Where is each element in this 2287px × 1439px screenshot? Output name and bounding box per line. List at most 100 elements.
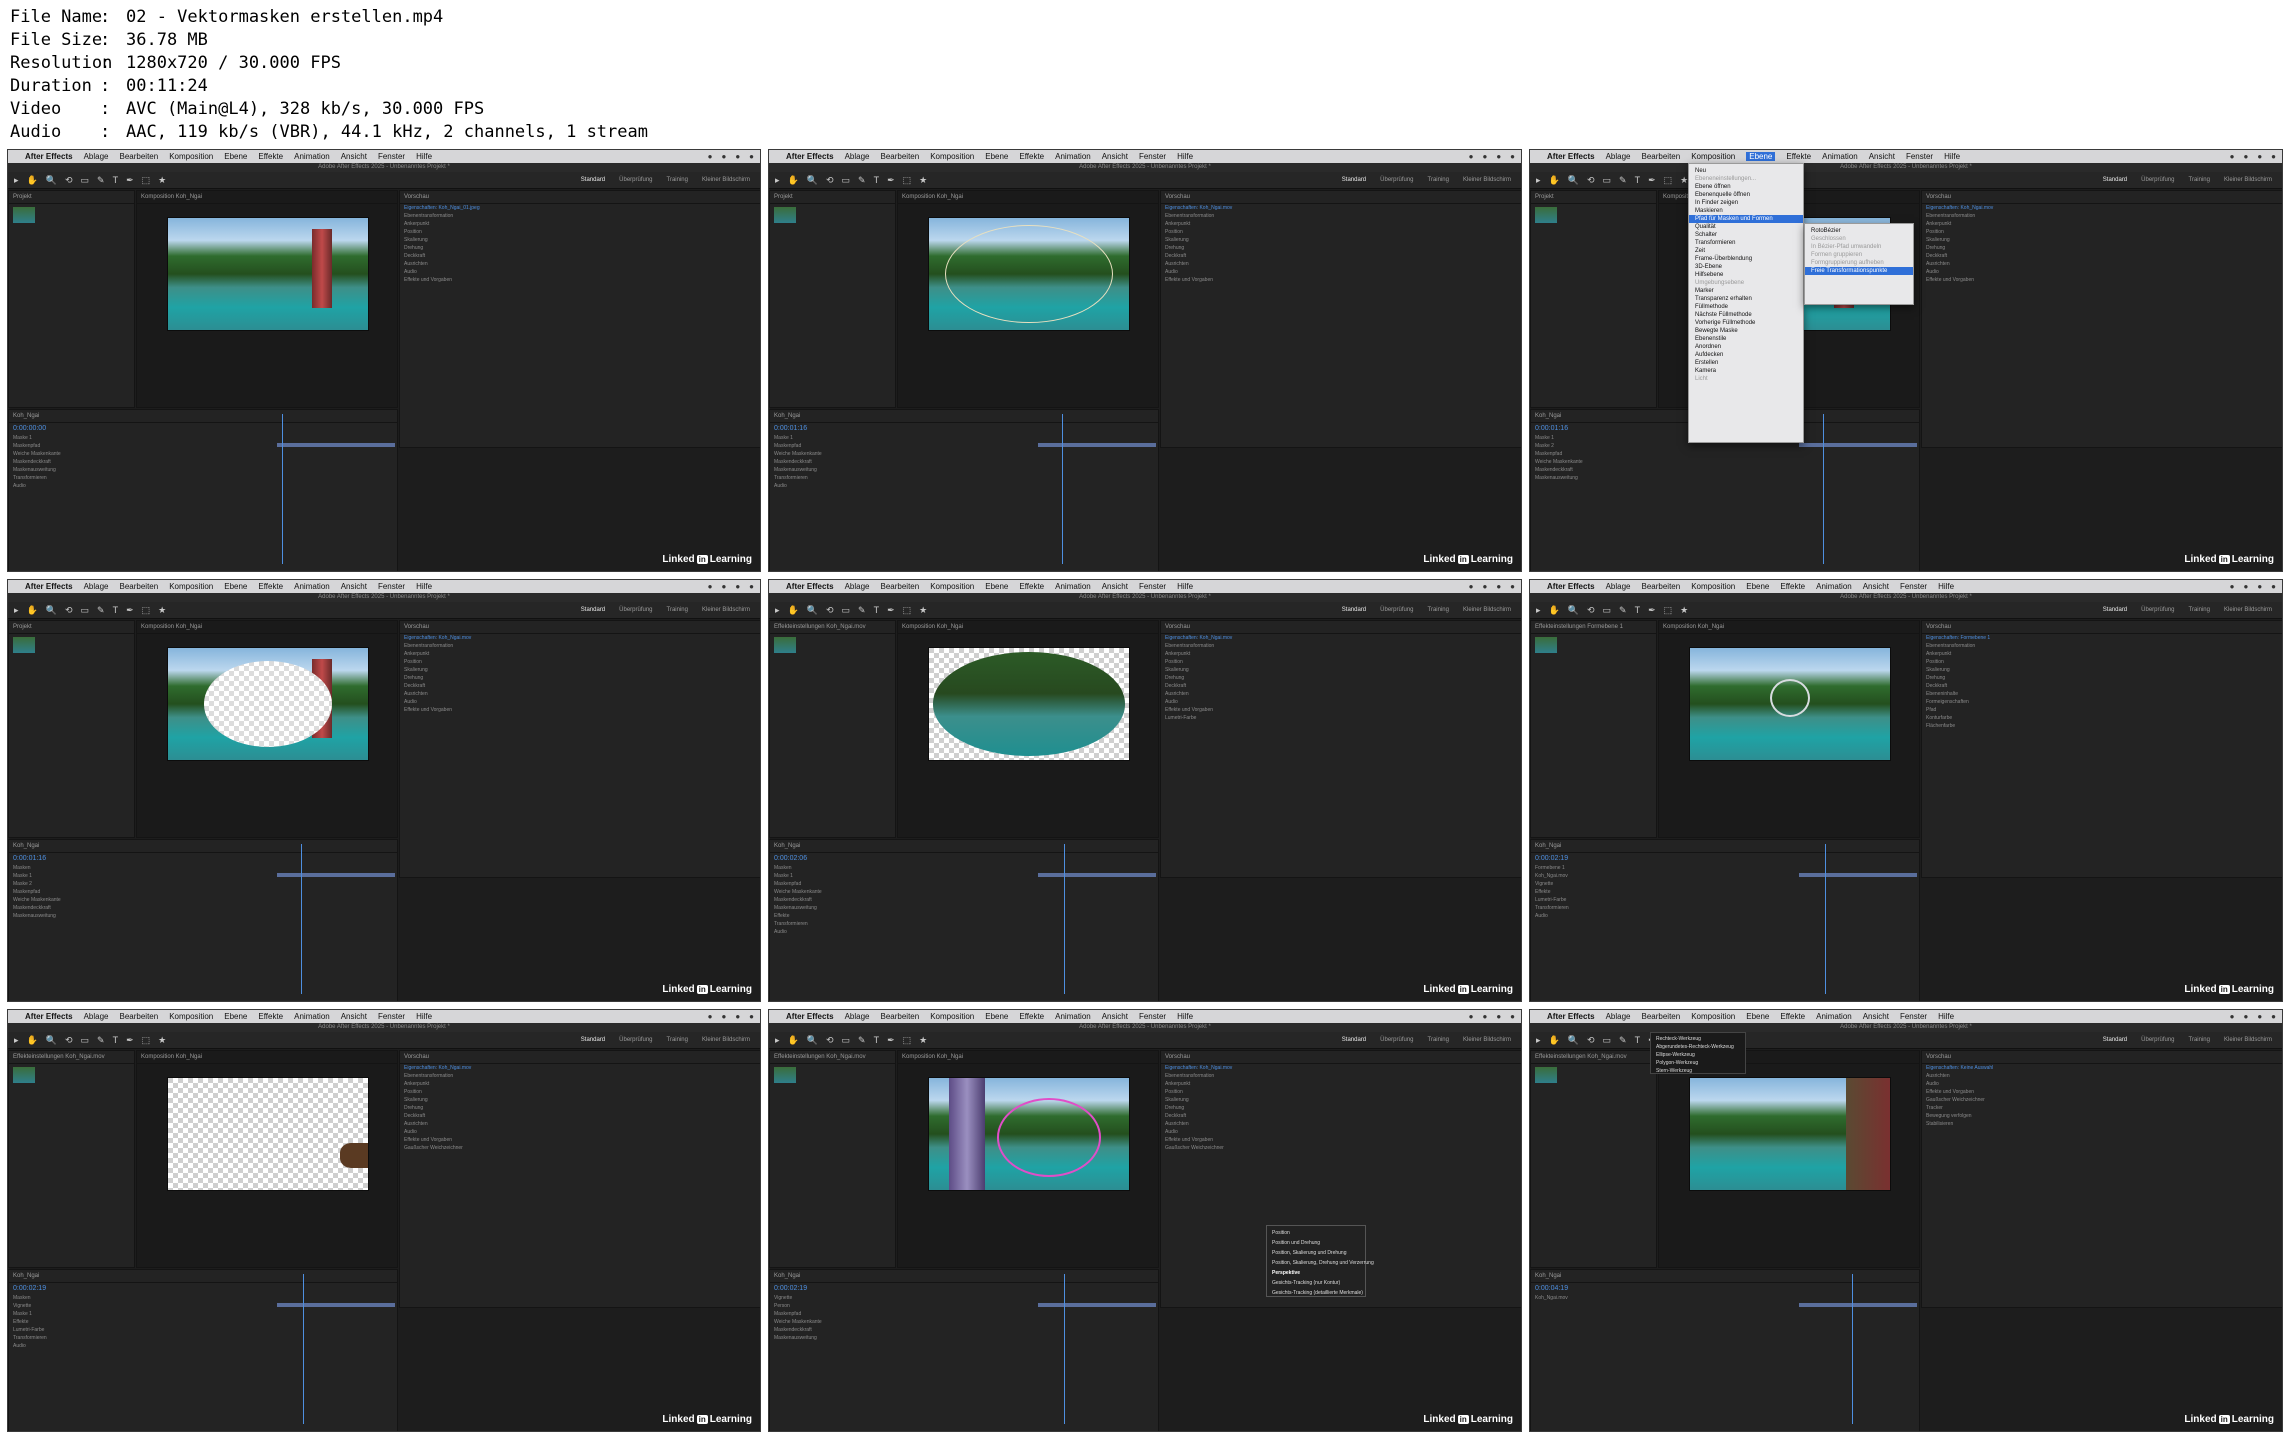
search-icon[interactable]: ● [2243,582,2248,591]
composition-title[interactable]: Komposition Koh_Ngai [137,621,397,634]
property-row[interactable]: Skalierung [1161,236,1521,244]
menu-ebene[interactable]: Ebene [1746,1012,1769,1021]
search-icon[interactable]: ● [721,582,726,591]
property-row[interactable]: Deckkraft [400,682,760,690]
menu-ansicht[interactable]: Ansicht [1869,152,1895,161]
layer-row[interactable]: Audio [9,1342,397,1350]
property-row[interactable]: Audio [1161,268,1521,276]
menu-effekte[interactable]: Effekte [1786,152,1811,161]
layer-row[interactable]: Maske 1 [9,1310,397,1318]
search-icon[interactable]: ● [2243,152,2248,161]
layer-row[interactable]: Maskenausweitung [770,904,1158,912]
battery-icon[interactable]: ● [749,582,754,591]
tool-icon[interactable]: ✒ [126,175,134,186]
app-name-menu[interactable]: After Effects [1547,1012,1595,1021]
menu-item[interactable]: Transparenz erhalten [1689,295,1803,303]
menu-item[interactable]: Frame-Überblendung [1689,255,1803,263]
tool-icon[interactable]: ★ [158,175,166,186]
property-row[interactable]: Ausrichten [1922,260,2282,268]
playhead[interactable] [1822,414,1824,564]
popup-option[interactable]: Perspektive [1267,1268,1365,1278]
tool-icon[interactable]: ▸ [1536,1035,1541,1046]
layer-row[interactable]: Maskenpfad [770,1310,1158,1318]
tool-icon[interactable]: ✋ [788,605,799,616]
tool-icon[interactable]: ✒ [1648,605,1656,616]
composition-title[interactable]: Komposition Koh_Ngai [137,1051,397,1064]
preview-title[interactable]: Vorschau [400,1051,760,1064]
tool-icon[interactable]: ▭ [842,605,851,616]
layer-row[interactable]: Maskendeckkraft [770,1326,1158,1334]
layer-row[interactable]: Maskenausweitung [9,912,397,920]
shape-tool-option[interactable]: Stern-Werkzeug [1651,1067,1745,1075]
layer-row[interactable]: Maskendeckkraft [9,458,397,466]
popup-option[interactable]: Gesichts-Tracking (nur Kontur) [1267,1278,1365,1288]
property-row[interactable]: Ebenentransformation [400,1072,760,1080]
menu-ebene[interactable]: Ebene [224,582,247,591]
menu-ansicht[interactable]: Ansicht [1863,582,1889,591]
menu-ablage[interactable]: Ablage [84,1012,109,1021]
tool-icon[interactable]: T [874,1035,880,1045]
menu-item[interactable]: Marker [1689,287,1803,295]
layer-row[interactable]: Maskendeckkraft [9,904,397,912]
tool-icon[interactable]: T [874,605,880,615]
tool-icon[interactable]: ✋ [788,1035,799,1046]
property-row[interactable]: Formeigenschaften [1922,698,2282,706]
timeline-title[interactable]: Koh_Ngai [1531,840,1919,853]
project-panel-title[interactable]: Projekt [9,621,134,634]
tool-icon[interactable]: ✎ [1619,605,1627,616]
tool-icon[interactable]: 🔍 [46,1035,57,1046]
tool-icon[interactable]: T [113,1035,119,1045]
tool-icon[interactable]: ▸ [14,175,19,186]
property-row[interactable]: Pfad [1922,706,2282,714]
tool-icon[interactable]: 🔍 [1568,1035,1579,1046]
popup-option[interactable]: Gesichts-Tracking (detaillierte Merkmale… [1267,1288,1365,1298]
tool-icon[interactable]: ✎ [1619,1035,1627,1046]
menu-fenster[interactable]: Fenster [1906,152,1933,161]
submenu-item[interactable]: RotoBézier [1805,227,1913,235]
property-row[interactable]: Drehung [1161,1104,1521,1112]
workspace-tab[interactable]: Training [667,1037,688,1043]
layer-row[interactable]: Masken [9,1294,397,1302]
menu-item[interactable]: Zeit [1689,247,1803,255]
tool-icon[interactable]: ▭ [842,1035,851,1046]
property-row[interactable]: Deckkraft [400,1112,760,1120]
property-row[interactable]: Deckkraft [1161,682,1521,690]
playhead[interactable] [1852,1274,1854,1424]
layer-row[interactable]: Maske 1 [9,434,397,442]
menu-ansicht[interactable]: Ansicht [1102,582,1128,591]
menu-item[interactable]: Ebene öffnen [1689,183,1803,191]
menu-hilfe[interactable]: Hilfe [1177,1012,1193,1021]
property-row[interactable]: Deckkraft [1922,682,2282,690]
tool-icon[interactable]: ✋ [1549,175,1560,186]
property-row[interactable]: Drehung [400,1104,760,1112]
property-row[interactable]: Gaußscher Weichzeichner [1161,1144,1521,1152]
layer-row[interactable]: Maske 2 [9,880,397,888]
composition-title[interactable]: Komposition Koh_Ngai [137,191,397,204]
menu-ebene[interactable]: Ebene [985,582,1008,591]
property-row[interactable]: Gaußscher Weichzeichner [400,1144,760,1152]
tool-icon[interactable]: ✋ [27,175,38,186]
workspace-tab[interactable]: Überprüfung [619,1037,652,1043]
tool-icon[interactable]: 🔍 [807,175,818,186]
property-row[interactable]: Ausrichten [1161,690,1521,698]
property-row[interactable]: Ebenentransformation [1161,212,1521,220]
workspace-tab[interactable]: Standard [1342,177,1366,183]
layer-row[interactable]: Weiche Maskenkante [770,888,1158,896]
menu-item[interactable]: Nächste Füllmethode [1689,311,1803,319]
tool-icon[interactable]: ✋ [27,1035,38,1046]
menu-ablage[interactable]: Ablage [845,152,870,161]
property-row[interactable]: Flächenfarbe [1922,722,2282,730]
tool-icon[interactable]: ⟲ [65,605,73,616]
tool-icon[interactable]: ⟲ [1587,1035,1595,1046]
menu-ebene[interactable]: Ebene [1746,152,1776,161]
menu-ablage[interactable]: Ablage [1606,152,1631,161]
property-row[interactable]: Drehung [1161,674,1521,682]
menu-ablage[interactable]: Ablage [845,582,870,591]
property-row[interactable]: Drehung [1922,674,2282,682]
menu-bearbeiten[interactable]: Bearbeiten [120,1012,159,1021]
layer-duration-bar[interactable] [1799,873,1917,877]
tool-icon[interactable]: ⬚ [903,175,912,186]
tool-icon[interactable]: ✒ [887,175,895,186]
property-row[interactable]: Effekte und Vorgaben [400,1136,760,1144]
search-icon[interactable]: ● [721,152,726,161]
